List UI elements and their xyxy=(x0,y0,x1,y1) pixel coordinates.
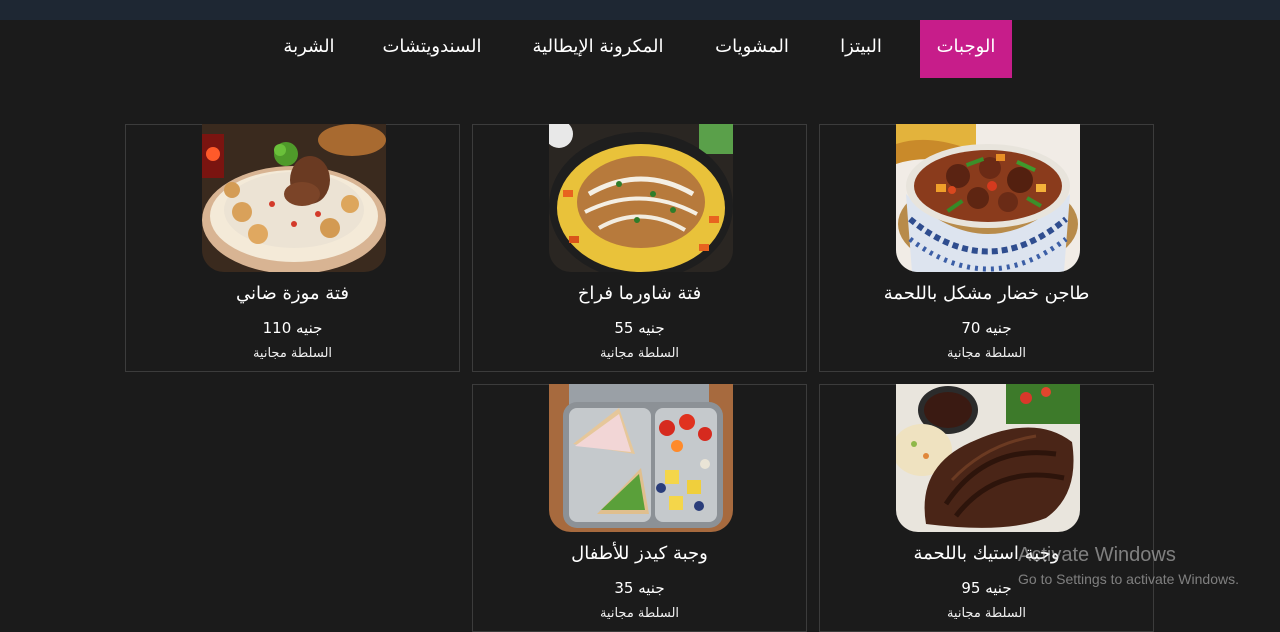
nav-item-pizza[interactable]: البيتزا xyxy=(828,20,894,78)
top-bar xyxy=(0,0,1280,20)
watermark-subtitle: Go to Settings to activate Windows. xyxy=(1018,571,1239,587)
lamb-shank-fatta-image xyxy=(202,124,386,272)
vegetable-tagine-image xyxy=(896,124,1080,272)
meal-name: فتة شاورما فراخ xyxy=(577,283,702,304)
nav-item-grills[interactable]: المشويات xyxy=(706,20,798,78)
shawarma-fatta-image xyxy=(549,124,733,272)
nav-item-sandwiches[interactable]: السندويتشات xyxy=(376,20,488,78)
steak-meal-image xyxy=(896,384,1080,532)
windows-activation-watermark: Activate Windows Go to Settings to activ… xyxy=(1018,543,1239,589)
watermark-title: Activate Windows xyxy=(1018,544,1176,566)
meal-card[interactable]: وجبة استيك باللحمة 95 جنيه السلطة مجانية xyxy=(819,384,1154,632)
nav-item-italian-pasta[interactable]: المكرونة الإيطالية xyxy=(520,20,676,78)
meal-card[interactable]: فتة شاورما فراخ 55 جنيه السلطة مجانية xyxy=(472,124,807,372)
nav-item-soup[interactable]: الشربة xyxy=(274,20,344,78)
meal-note: السلطة مجانية xyxy=(946,346,1027,361)
meal-card[interactable]: وجبة كيدز للأطفال 35 جنيه السلطة مجانية xyxy=(472,384,807,632)
meal-note: السلطة مجانية xyxy=(599,606,680,621)
meal-name: طاجن خضار مشكل باللحمة xyxy=(883,283,1090,304)
meal-note: السلطة مجانية xyxy=(599,346,680,361)
meal-note: السلطة مجانية xyxy=(946,606,1027,621)
meal-price: 35 جنيه xyxy=(614,579,665,597)
meal-name: وجبة كيدز للأطفال xyxy=(571,543,708,564)
kids-meal-image xyxy=(549,384,733,532)
meal-price: 70 جنيه xyxy=(961,319,1012,337)
meal-card[interactable]: فتة موزة ضاني 110 جنيه السلطة مجانية xyxy=(125,124,460,372)
meal-price: 55 جنيه xyxy=(614,319,665,337)
category-nav: الوجبات البيتزا المشويات المكرونة الإيطا… xyxy=(0,20,1280,78)
meal-name: فتة موزة ضاني xyxy=(236,283,349,304)
nav-item-meals[interactable]: الوجبات xyxy=(920,20,1012,78)
meal-note: السلطة مجانية xyxy=(252,346,333,361)
meal-price: 110 جنيه xyxy=(262,319,323,337)
meal-card[interactable]: طاجن خضار مشكل باللحمة 70 جنيه السلطة مج… xyxy=(819,124,1154,372)
